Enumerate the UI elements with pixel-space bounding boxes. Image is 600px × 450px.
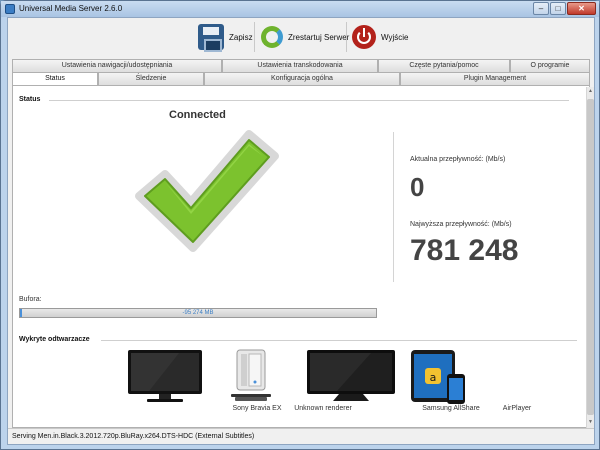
client-area: Zapisz Zrestartuj Serwer Wyjście Ustawie… — [7, 17, 595, 445]
exit-label: Wyjście — [381, 32, 409, 42]
renderer-unknown[interactable]: Unknown renderer — [215, 348, 352, 412]
tab-navigation-sharing[interactable]: Ustawienia nawigacji/udostępniania — [12, 59, 222, 72]
restart-label: Zrestartuj Serwer — [288, 32, 350, 42]
renderer-samsung-allshare[interactable]: Samsung AllShare — [301, 348, 480, 412]
status-bar-text: Serving Men.in.Black.3.2012.720p.BluRay.… — [12, 433, 255, 440]
buffer-label: Bufora: — [19, 296, 42, 303]
renderer-list: Sony Bravia EX Unknown renderer Samsung … — [119, 348, 531, 418]
peak-rate-label: Najwyższa przepływność: (Mb/s) — [410, 221, 512, 228]
tv-icon — [128, 350, 202, 402]
power-icon — [352, 25, 376, 49]
renderer-name: Unknown renderer — [294, 405, 352, 412]
scroll-up-icon[interactable]: ▲ — [587, 87, 594, 96]
tab-row-back: Ustawienia nawigacji/udostępniania Ustaw… — [12, 59, 590, 72]
app-icon — [5, 4, 15, 14]
current-rate-label: Aktualna przepływność: (Mb/s) — [410, 156, 506, 163]
toolbar: Zapisz Zrestartuj Serwer Wyjście — [8, 18, 594, 56]
tablet-phone-icon: a — [411, 350, 465, 404]
vertical-divider — [393, 132, 394, 282]
exit-button[interactable]: Wyjście — [352, 21, 408, 53]
tab-status[interactable]: Status — [12, 72, 98, 85]
tab-plugin-management[interactable]: Plugin Management — [400, 72, 590, 85]
renderer-sony-bravia[interactable]: Sony Bravia EX — [119, 348, 282, 412]
refresh-icon — [261, 26, 283, 48]
tv-icon — [307, 350, 395, 401]
maximize-button[interactable]: □ — [550, 2, 566, 15]
toolbar-separator — [254, 22, 255, 52]
checkmark-icon — [135, 130, 279, 252]
buffer-progress-text: -95 274 MB — [182, 310, 214, 316]
buffer-progress-bar: -95 274 MB — [19, 308, 377, 318]
section-title-status: Status — [19, 96, 41, 103]
restart-server-button[interactable]: Zrestartuj Serwer — [261, 21, 349, 53]
status-panel: Status Connected Aktualna przepływność: … — [12, 85, 594, 428]
status-bar: Serving Men.in.Black.3.2012.720p.BluRay.… — [8, 428, 594, 444]
connection-status: Connected — [169, 109, 226, 121]
scroll-down-icon[interactable]: ▼ — [587, 418, 594, 427]
tab-row-front: Status Śledzenie Konfiguracja ogólna Plu… — [12, 72, 590, 85]
toolbar-separator — [346, 22, 347, 52]
tab-general-config[interactable]: Konfiguracja ogólna — [204, 72, 400, 85]
peak-rate-value: 781 248 — [410, 234, 519, 267]
vertical-scrollbar[interactable]: ▲ ▼ — [586, 87, 594, 428]
section-divider — [49, 100, 569, 101]
tab-faq[interactable]: Częste pytania/pomoc — [378, 59, 510, 72]
renderer-name: AirPlayer — [502, 405, 532, 412]
renderer-airplayer[interactable]: a AirPlayer — [403, 348, 531, 412]
tab-transcoding[interactable]: Ustawienia transkodowania — [222, 59, 378, 72]
svg-text:a: a — [430, 371, 437, 384]
section-divider — [101, 340, 577, 341]
window-title: Universal Media Server 2.6.0 — [19, 4, 123, 13]
title-bar[interactable]: Universal Media Server 2.6.0 – □ ✕ — [1, 1, 599, 17]
save-label: Zapisz — [229, 32, 253, 42]
scroll-thumb[interactable] — [587, 99, 594, 415]
tab-tracking[interactable]: Śledzenie — [98, 72, 204, 85]
server-icon — [231, 349, 271, 401]
app-window: Universal Media Server 2.6.0 – □ ✕ Zapis… — [0, 0, 600, 450]
minimize-button[interactable]: – — [533, 2, 549, 15]
close-button[interactable]: ✕ — [567, 2, 596, 15]
current-rate-value: 0 — [410, 172, 425, 202]
save-button[interactable]: Zapisz — [198, 21, 253, 53]
section-title-renderers: Wykryte odtwarzacze — [19, 336, 90, 343]
floppy-disk-icon — [198, 24, 224, 52]
tab-about[interactable]: O programie — [510, 59, 590, 72]
